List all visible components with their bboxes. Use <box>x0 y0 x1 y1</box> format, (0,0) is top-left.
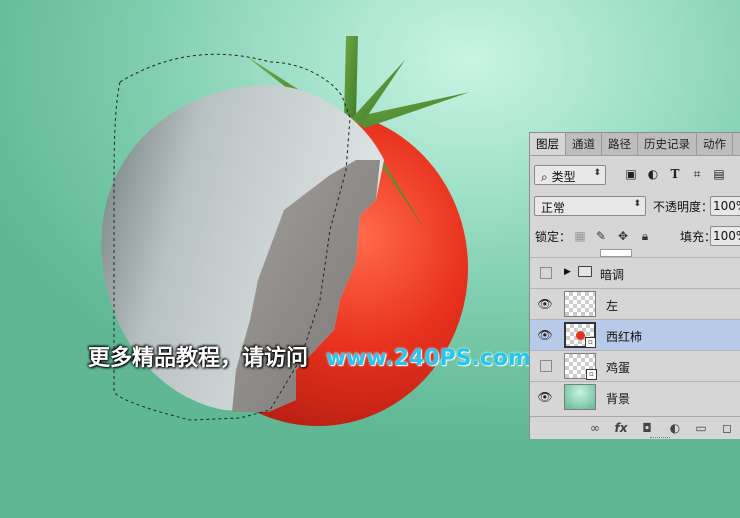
blend-row: 正常 ⬍ 不透明度： 100% <box>530 194 740 220</box>
panel-tabs: 图层 通道 路径 历史记录 动作 <box>530 133 740 156</box>
layer-row-background[interactable]: 👁︎ 背景 <box>530 381 740 412</box>
lock-row: 锁定： ▦ ✎ ✥ 🔒︎ 填充： 100% <box>530 225 740 249</box>
smart-object-filter-icon[interactable]: ▤ <box>712 167 726 181</box>
new-layer-icon[interactable]: ◻ <box>720 421 734 435</box>
layer-thumbnail: ▫ <box>564 353 597 380</box>
image-filter-icon[interactable]: ▣ <box>624 167 638 181</box>
smart-object-badge-icon: ▫ <box>586 369 597 380</box>
watermark: 更多精品教程，请访问 www.240PS.com <box>88 340 531 371</box>
layer-row-tomato[interactable]: 👁︎ ▫ 西红柿 <box>530 319 740 350</box>
eye-icon[interactable]: 👁︎ <box>537 390 553 404</box>
folder-icon <box>578 266 592 277</box>
lock-label: 锁定： <box>535 230 572 244</box>
search-icon: ⌕ <box>541 170 548 184</box>
panel-bottom-bar: ∞ fx ◘ ◐ ▭ ◻ <box>530 416 740 439</box>
blend-mode-value: 正常 <box>541 201 566 215</box>
layer-row-egg[interactable]: ▫ 鸡蛋 <box>530 350 740 381</box>
layers-panel: 图层 通道 路径 历史记录 动作 ⌕ 类型 ⬍ ▣ ◐ T ⌗ ▤ 正常 ⬍ 不… <box>529 132 740 439</box>
blend-mode-select[interactable]: 正常 ⬍ <box>534 196 646 216</box>
expand-arrow-icon[interactable]: ▶ <box>564 267 571 277</box>
lock-brush-icon[interactable]: ✎ <box>594 229 608 243</box>
fx-icon[interactable]: fx <box>614 421 628 435</box>
opacity-label: 不透明度： <box>653 200 714 214</box>
eye-icon[interactable]: 👁︎ <box>537 297 553 311</box>
lock-move-icon[interactable]: ✥ <box>616 229 630 243</box>
tab-actions[interactable]: 动作 <box>697 133 733 155</box>
layer-fragment <box>600 249 632 257</box>
layer-name: 左 <box>606 299 619 313</box>
mask-icon[interactable]: ◘ <box>640 421 654 435</box>
layer-thumbnail <box>564 384 596 410</box>
filter-kind-select[interactable]: ⌕ 类型 ⬍ <box>534 165 606 185</box>
layer-name: 暗调 <box>600 268 625 282</box>
visibility-toggle-off[interactable] <box>540 267 552 279</box>
fill-field[interactable]: 100% <box>710 226 740 246</box>
layer-row-left[interactable]: 👁︎ 左 <box>530 288 740 319</box>
tab-history[interactable]: 历史记录 <box>638 133 697 155</box>
shape-filter-icon[interactable]: ⌗ <box>690 167 704 181</box>
resize-grip[interactable] <box>650 437 670 439</box>
lock-transparency-icon[interactable]: ▦ <box>573 229 587 243</box>
eye-icon[interactable]: 👁︎ <box>537 328 553 342</box>
tab-layers[interactable]: 图层 <box>530 133 566 155</box>
lock-all-icon[interactable]: 🔒︎ <box>638 229 652 243</box>
layer-name: 鸡蛋 <box>606 361 631 375</box>
filter-kind-label: 类型 <box>551 170 576 184</box>
chevron-updown-icon: ⬍ <box>593 168 601 178</box>
layer-name: 背景 <box>606 392 631 406</box>
tab-paths[interactable]: 路径 <box>602 133 638 155</box>
folder-icon[interactable]: ▭ <box>694 421 708 435</box>
smart-object-badge-icon: ▫ <box>585 337 596 348</box>
chevron-updown-icon: ⬍ <box>633 199 641 209</box>
tomato-thumb-icon <box>576 331 585 340</box>
layer-thumbnail: ▫ <box>564 322 596 348</box>
type-filter-icon[interactable]: T <box>668 167 682 181</box>
visibility-toggle-off[interactable] <box>540 360 552 372</box>
tab-channels[interactable]: 通道 <box>566 133 602 155</box>
tomato-stem <box>344 36 358 118</box>
adjustment-icon[interactable]: ◐ <box>668 421 682 435</box>
layer-thumbnail <box>564 291 596 317</box>
watermark-url: www.240PS.com <box>325 346 531 371</box>
adjustment-filter-icon[interactable]: ◐ <box>646 167 660 181</box>
filter-row: ⌕ 类型 ⬍ ▣ ◐ T ⌗ ▤ <box>530 162 740 188</box>
layer-name: 西红柿 <box>606 330 643 344</box>
opacity-field[interactable]: 100% <box>710 196 740 216</box>
watermark-text: 更多精品教程，请访问 <box>88 346 309 371</box>
layer-row-group[interactable]: ▶ 暗调 <box>530 257 740 288</box>
link-icon[interactable]: ∞ <box>588 421 602 435</box>
